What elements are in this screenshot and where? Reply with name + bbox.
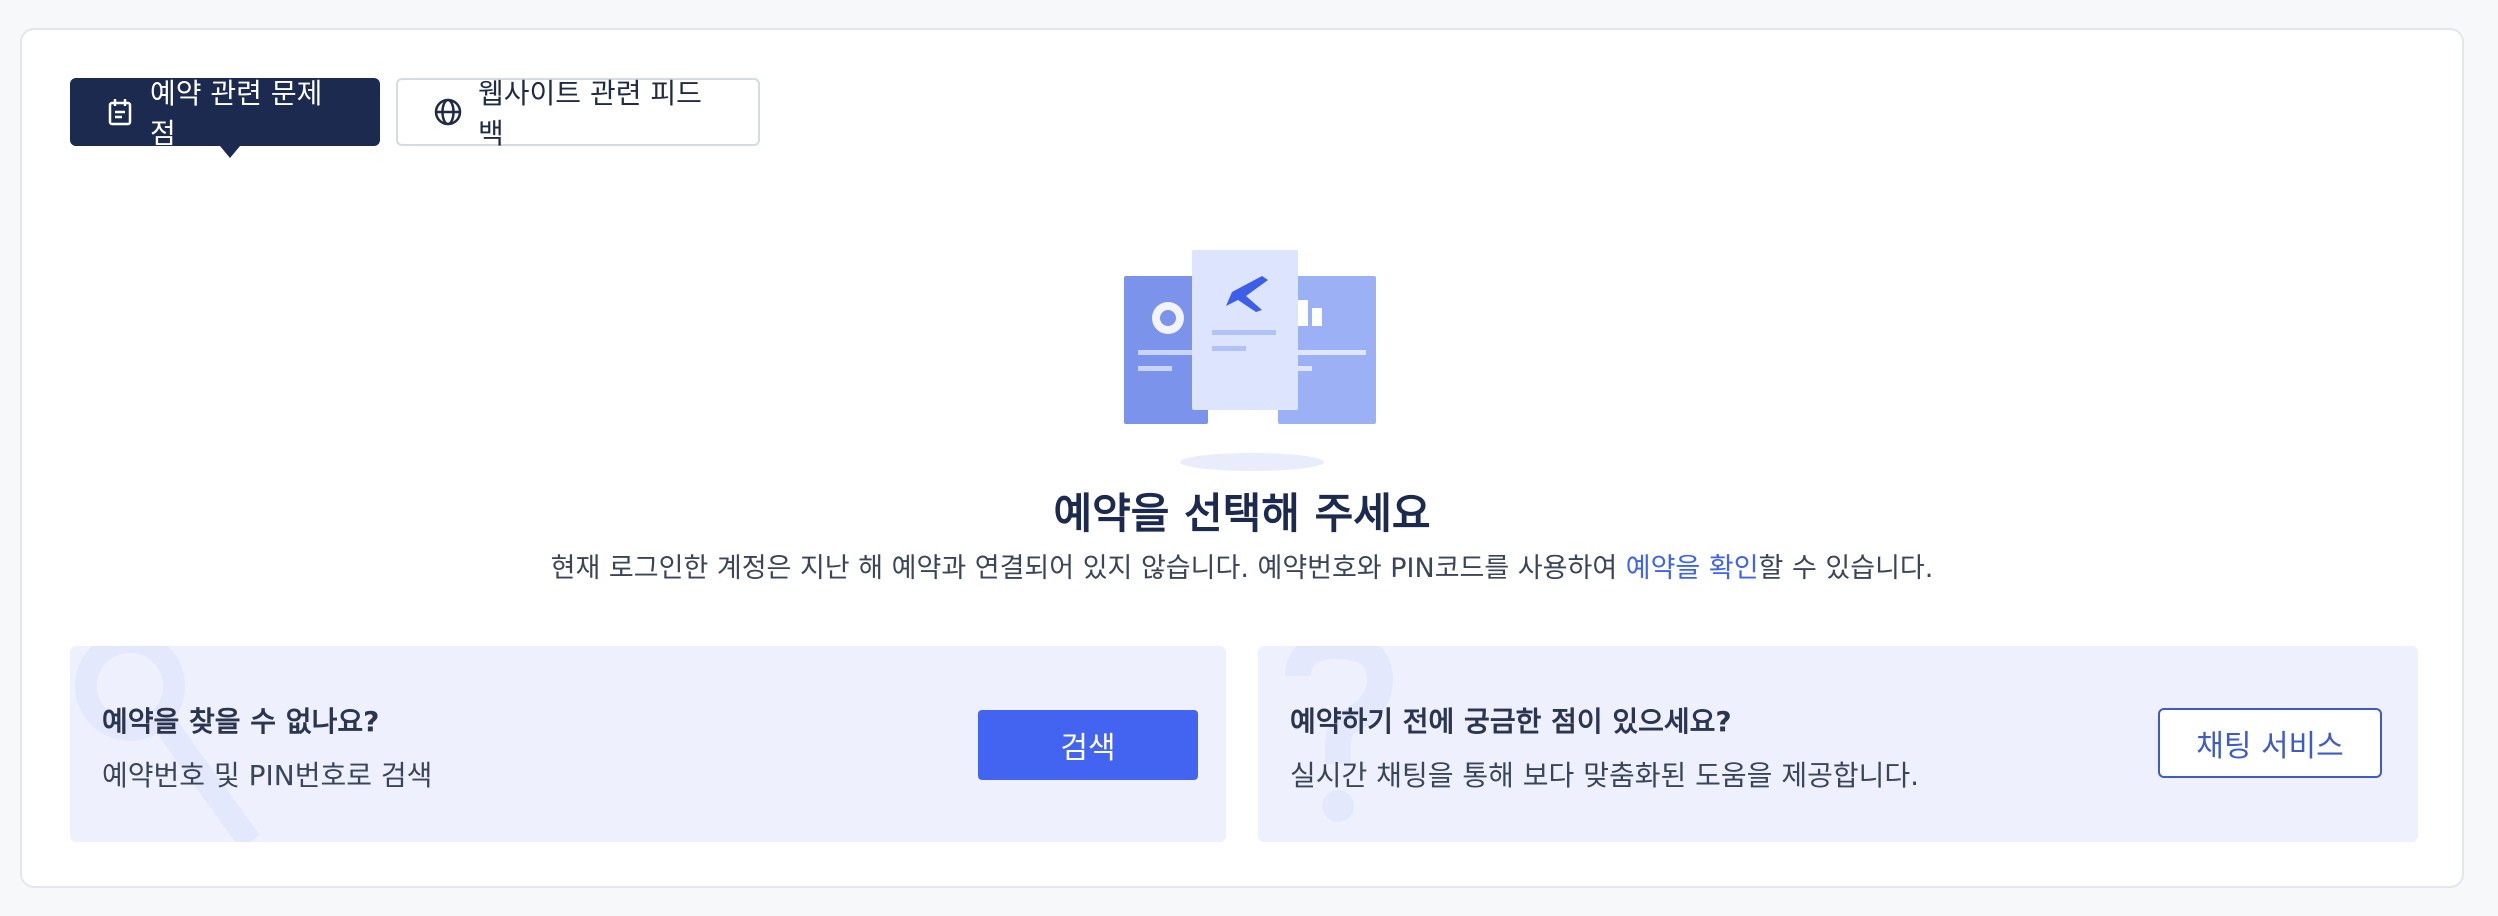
description-text: 현재 로그인한 계정은 지난 해 예약과 연결되어 있지 않습니다. 예약번호와… <box>550 553 1626 584</box>
search-button[interactable]: 검색 <box>978 710 1198 780</box>
question-watermark-icon <box>1285 646 1394 822</box>
booking-illustration <box>1124 250 1376 471</box>
search-panel-text: 예약번호 및 PIN번호로 검색 <box>102 759 433 792</box>
tab-website-feedback[interactable]: 웹사이트 관련 피드백 <box>396 77 760 150</box>
chat-service-button[interactable]: 채팅 서비스 <box>2158 708 2382 778</box>
tab-label: 웹사이트 관련 피드백 <box>478 77 702 150</box>
chat-panel: 예약하기 전에 궁금한 점이 있으세요? 실시간 채팅을 통해 보다 맞춤화된 … <box>1258 646 2418 842</box>
page-title: 예약을 선택해 주세요 <box>1053 489 1431 538</box>
search-booking-panel: 예약을 찾을 수 없나요? 예약번호 및 PIN번호로 검색 검색 <box>70 646 1226 842</box>
magnifier-watermark-icon <box>75 646 260 842</box>
page-description: 현재 로그인한 계정은 지난 해 예약과 연결되어 있지 않습니다. 예약번호와… <box>22 546 2462 585</box>
tab-label: 예약 관련 문제점 <box>150 77 323 150</box>
tab-bar: 예약 관련 문제점 웹사이트 관련 피드백 <box>70 77 760 158</box>
check-booking-link[interactable]: 예약을 확인 <box>1626 553 1759 584</box>
calendar-icon <box>104 96 136 128</box>
globe-icon <box>432 96 464 128</box>
tab-booking-issues[interactable]: 예약 관련 문제점 <box>70 77 380 158</box>
description-text-end: 할 수 있습니다. <box>1758 553 1934 584</box>
chat-panel-text: 실시간 채팅을 통해 보다 맞춤화된 도움을 제공합니다. <box>1290 759 1920 792</box>
search-panel-heading: 예약을 찾을 수 없나요? <box>102 705 380 738</box>
chat-panel-heading: 예약하기 전에 궁금한 점이 있으세요? <box>1290 705 1732 738</box>
feedback-card: 예약 관련 문제점 웹사이트 관련 피드백 예약을 선택해 주세요 현재 로그인… <box>20 28 2464 888</box>
